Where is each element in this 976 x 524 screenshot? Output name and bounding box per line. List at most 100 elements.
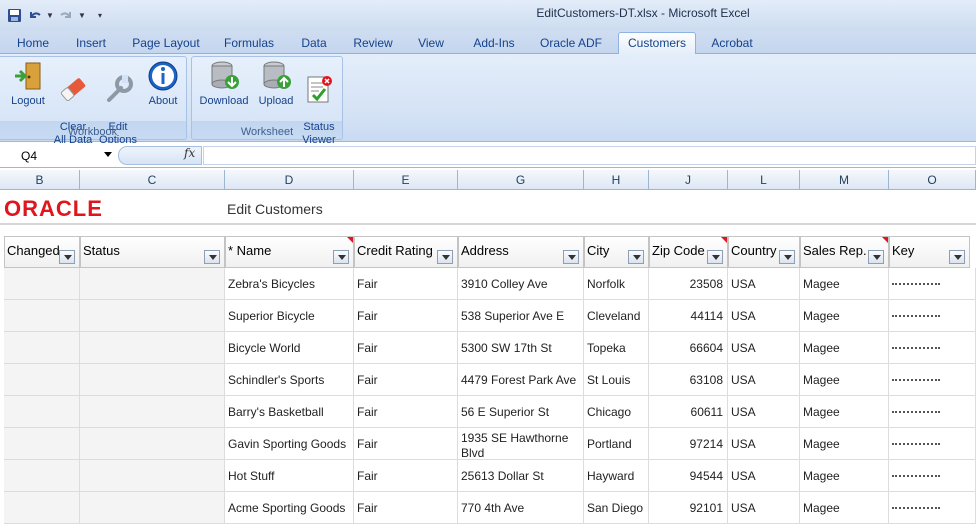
cell-sales-rep[interactable]: Magee <box>800 364 889 396</box>
header-sales-rep[interactable]: Sales Rep. <box>800 236 889 268</box>
tab-data[interactable]: Data <box>294 34 334 54</box>
column-header-d[interactable]: D <box>225 170 354 190</box>
cell-name[interactable]: Superior Bicycle <box>225 300 354 332</box>
cell-sales-rep[interactable]: Magee <box>800 300 889 332</box>
cell-status[interactable] <box>80 364 225 396</box>
cell-address[interactable]: 3910 Colley Ave <box>458 268 584 300</box>
header-zip-code[interactable]: Zip Code <box>649 236 728 268</box>
cell-address[interactable]: 4479 Forest Park Ave <box>458 364 584 396</box>
cell-status[interactable] <box>80 396 225 428</box>
cell-zip-code[interactable]: 66604 <box>649 332 728 364</box>
name-box-dropdown-icon[interactable] <box>104 152 112 157</box>
cell-credit-rating[interactable]: Fair <box>354 428 458 460</box>
cell-country[interactable]: USA <box>728 300 800 332</box>
column-header-j[interactable]: J <box>649 170 728 190</box>
tab-customers[interactable]: Customers <box>618 32 696 55</box>
cell-country[interactable]: USA <box>728 396 800 428</box>
cell-key[interactable] <box>889 428 976 460</box>
header-name[interactable]: * Name <box>225 236 354 268</box>
cell-sales-rep[interactable]: Magee <box>800 428 889 460</box>
header-key[interactable]: Key <box>889 236 970 268</box>
cell-credit-rating[interactable]: Fair <box>354 492 458 524</box>
cell-changed[interactable] <box>4 268 80 300</box>
tab-add-ins[interactable]: Add-Ins <box>466 34 522 54</box>
cell-city[interactable]: Norfolk <box>584 268 649 300</box>
cell-address[interactable]: 25613 Dollar St <box>458 460 584 492</box>
cell-country[interactable]: USA <box>728 332 800 364</box>
cell-country[interactable]: USA <box>728 268 800 300</box>
cell-changed[interactable] <box>4 460 80 492</box>
cell-country[interactable]: USA <box>728 364 800 396</box>
cell-credit-rating[interactable]: Fair <box>354 332 458 364</box>
cell-zip-code[interactable]: 92101 <box>649 492 728 524</box>
cell-status[interactable] <box>80 268 225 300</box>
tab-acrobat[interactable]: Acrobat <box>704 34 760 54</box>
filter-dropdown-icon[interactable] <box>779 250 795 264</box>
tab-insert[interactable]: Insert <box>68 34 114 54</box>
filter-dropdown-icon[interactable] <box>437 250 453 264</box>
cell-zip-code[interactable]: 44114 <box>649 300 728 332</box>
cell-city[interactable]: Portland <box>584 428 649 460</box>
cell-address[interactable]: 538 Superior Ave E <box>458 300 584 332</box>
cell-sales-rep[interactable]: Magee <box>800 268 889 300</box>
cell-name[interactable]: Bicycle World <box>225 332 354 364</box>
cell-name[interactable]: Gavin Sporting Goods <box>225 428 354 460</box>
insert-function-icon[interactable]: fx <box>184 146 195 160</box>
column-header-g[interactable]: G <box>458 170 584 190</box>
cell-name[interactable]: Schindler's Sports <box>225 364 354 396</box>
column-header-h[interactable]: H <box>584 170 649 190</box>
cell-zip-code[interactable]: 97214 <box>649 428 728 460</box>
tab-home[interactable]: Home <box>10 34 56 54</box>
cell-key[interactable] <box>889 396 976 428</box>
cell-status[interactable] <box>80 492 225 524</box>
column-header-b[interactable]: B <box>0 170 80 190</box>
header-country[interactable]: Country <box>728 236 800 268</box>
cell-credit-rating[interactable]: Fair <box>354 268 458 300</box>
filter-dropdown-icon[interactable] <box>707 250 723 264</box>
cell-city[interactable]: Topeka <box>584 332 649 364</box>
cell-address[interactable]: 770 4th Ave <box>458 492 584 524</box>
cell-name[interactable]: Acme Sporting Goods <box>225 492 354 524</box>
cell-key[interactable] <box>889 300 976 332</box>
cell-key[interactable] <box>889 492 976 524</box>
logout-button[interactable]: Logout <box>5 59 51 108</box>
cell-city[interactable]: Cleveland <box>584 300 649 332</box>
cell-changed[interactable] <box>4 332 80 364</box>
cell-key[interactable] <box>889 460 976 492</box>
cell-credit-rating[interactable]: Fair <box>354 396 458 428</box>
cell-city[interactable]: San Diego <box>584 492 649 524</box>
about-button[interactable]: About <box>141 59 185 108</box>
column-header-m[interactable]: M <box>800 170 889 190</box>
header-changed[interactable]: Changed <box>4 236 80 268</box>
cell-name[interactable]: Zebra's Bicycles <box>225 268 354 300</box>
column-header-c[interactable]: C <box>80 170 225 190</box>
filter-dropdown-icon[interactable] <box>949 250 965 264</box>
cell-address[interactable]: 56 E Superior St <box>458 396 584 428</box>
cell-changed[interactable] <box>4 300 80 332</box>
header-status[interactable]: Status <box>80 236 225 268</box>
column-header-l[interactable]: L <box>728 170 800 190</box>
formula-input[interactable] <box>203 146 976 165</box>
cell-city[interactable]: St Louis <box>584 364 649 396</box>
filter-dropdown-icon[interactable] <box>333 250 349 264</box>
cell-name[interactable]: Hot Stuff <box>225 460 354 492</box>
column-header-e[interactable]: E <box>354 170 458 190</box>
tab-review[interactable]: Review <box>348 34 398 54</box>
cell-country[interactable]: USA <box>728 428 800 460</box>
name-box[interactable]: Q4 <box>2 146 116 165</box>
header-address[interactable]: Address <box>458 236 584 268</box>
cell-key[interactable] <box>889 268 976 300</box>
cell-changed[interactable] <box>4 492 80 524</box>
tab-view[interactable]: View <box>412 34 450 54</box>
filter-dropdown-icon[interactable] <box>628 250 644 264</box>
cell-credit-rating[interactable]: Fair <box>354 460 458 492</box>
cell-sales-rep[interactable]: Magee <box>800 396 889 428</box>
cell-name[interactable]: Barry's Basketball <box>225 396 354 428</box>
cell-changed[interactable] <box>4 364 80 396</box>
cell-address[interactable]: 5300 SW 17th St <box>458 332 584 364</box>
cell-changed[interactable] <box>4 396 80 428</box>
tab-page-layout[interactable]: Page Layout <box>128 34 204 54</box>
cell-status[interactable] <box>80 460 225 492</box>
filter-dropdown-icon[interactable] <box>563 250 579 264</box>
filter-dropdown-icon[interactable] <box>204 250 220 264</box>
